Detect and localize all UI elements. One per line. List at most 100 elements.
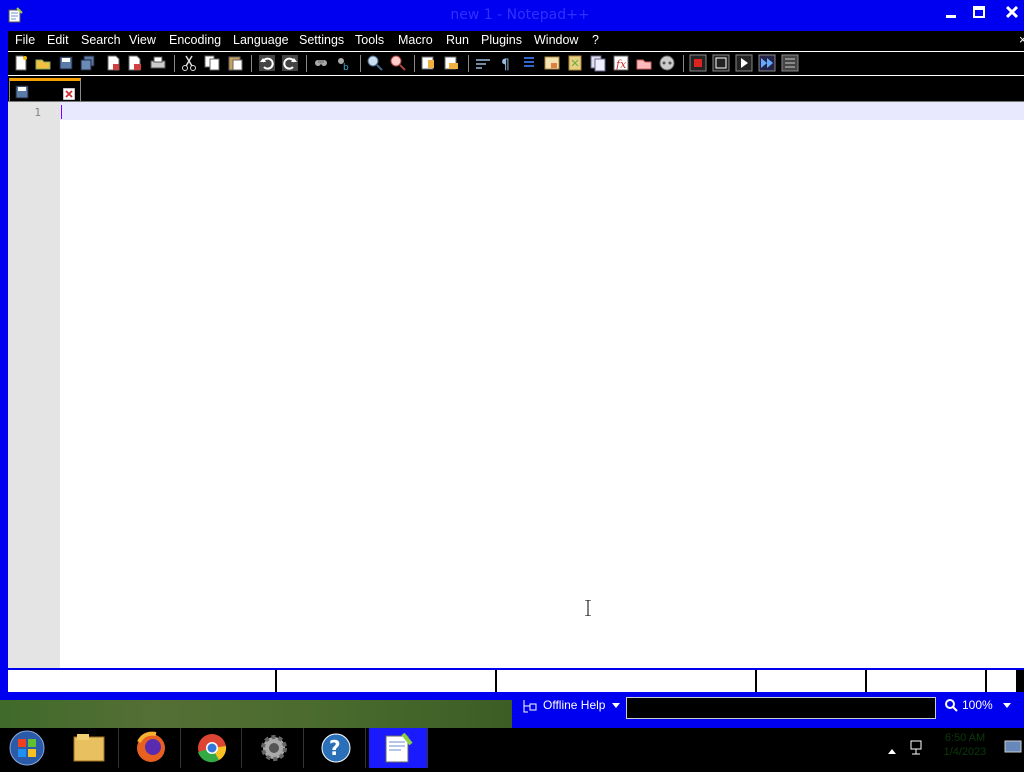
zoom-in-icon[interactable] [366,54,384,72]
print-icon[interactable] [149,54,167,72]
close-document-x[interactable]: × [1019,33,1024,47]
new-file-icon[interactable] [12,54,30,72]
save-macro-icon[interactable] [781,54,799,72]
svg-text:fx: fx [615,58,627,71]
toolbar-separator [251,55,252,72]
menu-macro[interactable]: Macro [398,33,433,47]
svg-text:b: b [343,63,349,72]
status-divider [755,670,757,692]
menu-edit[interactable]: Edit [47,33,69,47]
status-divider [865,670,867,692]
doc-list-icon[interactable] [589,54,607,72]
save-icon[interactable] [57,54,75,72]
svg-text:?: ? [329,736,341,760]
chrome-icon[interactable] [183,728,242,768]
menu-settings[interactable]: Settings [299,33,344,47]
menu-run[interactable]: Run [446,33,469,47]
maximize-button[interactable] [966,2,994,24]
tab-new-1[interactable] [9,78,81,103]
replace-icon[interactable]: b [335,54,353,73]
help-icon [522,698,538,714]
title-bar[interactable]: new 1 - Notepad++ [0,0,1024,30]
redo-icon[interactable] [281,54,299,72]
undo-icon[interactable] [258,54,276,72]
menu-help[interactable]: ? [592,33,599,47]
toolbar-separator [414,55,415,72]
menu-encoding[interactable]: Encoding [169,33,221,47]
menu-window[interactable]: Window [534,33,578,47]
ibeam-cursor-icon [585,599,591,617]
status-bar [8,670,1024,692]
sync-vertical-icon[interactable] [420,54,438,72]
folder-workspace-icon[interactable] [635,54,653,72]
function-list-icon[interactable]: fx [612,54,630,72]
offline-help-label: Offline Help [543,698,606,712]
menu-bar: File Edit Search View Encoding Language … [8,31,1024,51]
status-divider [985,670,987,692]
word-wrap-icon[interactable] [474,54,492,72]
toolbar-separator [174,55,175,72]
offline-help-dropdown[interactable]: Offline Help [522,696,622,716]
stop-recording-icon[interactable] [712,54,730,72]
svg-text:¶: ¶ [501,57,510,72]
status-divider [275,670,277,692]
tab-bar [8,76,1024,103]
start-button[interactable] [0,728,54,768]
tray-expand-icon[interactable] [886,742,898,754]
doc-map-icon[interactable] [566,54,584,72]
indent-guide-icon[interactable] [520,54,538,72]
toolbar-separator [306,55,307,72]
notepadpp-taskbar-icon[interactable] [369,728,428,768]
find-icon[interactable] [312,54,330,72]
define-language-icon[interactable] [543,54,561,72]
system-clock[interactable]: 6:50 AM 1/4/2023 [940,731,990,759]
record-macro-icon[interactable] [689,54,707,72]
help-search-input[interactable] [626,697,936,719]
chevron-down-icon [611,698,621,715]
current-line-highlight [60,102,1024,120]
monitoring-icon[interactable] [658,54,676,72]
minimize-button[interactable] [938,2,966,24]
text-caret [61,105,62,119]
toolbar-separator [468,55,469,72]
close-button[interactable] [998,2,1024,24]
close-all-icon[interactable] [126,54,144,72]
playback-macro-icon[interactable] [735,54,753,72]
copy-icon[interactable] [203,54,221,72]
settings-gear-icon[interactable] [245,728,304,768]
menu-tools[interactable]: Tools [355,33,384,47]
show-all-characters-icon[interactable]: ¶ [497,54,515,73]
menu-file[interactable]: File [15,33,35,47]
toolbar-separator [360,55,361,72]
text-editor[interactable]: 1 [8,101,1024,668]
menu-view[interactable]: View [129,33,156,47]
zoom-level: 100% [962,698,993,712]
toolbar-separator [683,55,684,72]
status-divider [495,670,497,692]
resize-grip[interactable] [1016,670,1024,692]
show-desktop-icon[interactable] [1004,738,1022,756]
run-macro-multiple-icon[interactable] [758,54,776,72]
menu-plugins[interactable]: Plugins [481,33,522,47]
zoom-out-icon[interactable] [389,54,407,72]
cut-icon[interactable] [180,54,198,72]
menu-search[interactable]: Search [81,33,121,47]
magnifier-icon [944,698,958,715]
firefox-icon[interactable] [122,728,181,768]
clock-date: 1/4/2023 [943,746,987,758]
line-number: 1 [34,106,41,119]
file-explorer-icon[interactable] [60,728,119,768]
paste-icon[interactable] [226,54,244,72]
close-icon[interactable] [104,54,122,72]
line-number-gutter [8,102,60,668]
save-status-icon [15,84,29,99]
tab-close-icon[interactable] [62,85,76,101]
network-icon[interactable] [908,738,928,758]
sync-horizontal-icon[interactable] [443,54,461,72]
open-file-icon[interactable] [34,54,52,72]
help-question-icon[interactable]: ? [307,728,366,768]
zoom-chevron-down-icon[interactable] [1002,698,1012,715]
window-title: new 1 - Notepad++ [450,7,590,23]
save-all-icon[interactable] [79,54,97,72]
menu-language[interactable]: Language [233,33,289,47]
